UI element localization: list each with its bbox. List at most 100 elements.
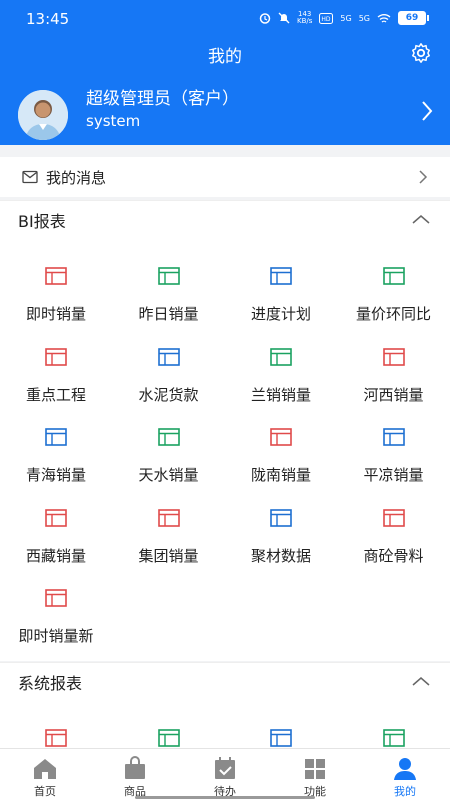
report-grid-item[interactable]: 陇南销量 bbox=[225, 406, 337, 486]
report-grid-item-label: 青海销量 bbox=[25, 466, 86, 484]
grid-icon bbox=[305, 759, 325, 779]
chevron-right-icon[interactable] bbox=[420, 100, 434, 122]
system-section-title: 系统报表 bbox=[18, 674, 83, 693]
my-messages-row[interactable]: 我的消息 bbox=[0, 157, 450, 197]
net-speed-unit: KB/s bbox=[297, 17, 313, 25]
wifi-icon bbox=[377, 13, 391, 23]
home-indicator bbox=[135, 796, 315, 799]
network-b: 5G bbox=[358, 13, 370, 23]
report-grid-item-label: 集团销量 bbox=[138, 546, 199, 565]
report-grid-item[interactable]: 河西销量 bbox=[338, 326, 450, 406]
bi-report-grid: 即时销量 昨日销量 进度计划 量价环同比重点工程 水泥货款 兰销销量 河西销量青海销量 天水销… bbox=[0, 239, 450, 661]
report-grid-item-label: 平凉销量 bbox=[363, 466, 424, 484]
report-grid-item-label: 昨日销量 bbox=[138, 305, 199, 323]
svg-text:HD: HD bbox=[322, 16, 332, 23]
status-bar: 13:45 143 KB/s HD 5G 5G 69 bbox=[0, 0, 450, 36]
gear-icon[interactable] bbox=[410, 42, 432, 64]
report-grid-item-label: 进度计划 bbox=[250, 305, 311, 323]
profile-header: 13:45 143 KB/s HD 5G 5G 69 我的 超级管理员（客户） s… bbox=[0, 0, 450, 145]
report-grid-item[interactable]: 西藏销量 bbox=[0, 487, 112, 567]
hd-icon: HD bbox=[319, 12, 334, 24]
avatar[interactable] bbox=[18, 90, 68, 140]
report-table-icon bbox=[382, 428, 405, 446]
net-speed: 143 KB/s bbox=[297, 11, 312, 25]
report-table-icon bbox=[45, 428, 67, 446]
report-grid-item[interactable]: 昨日销量 bbox=[113, 245, 225, 325]
chevron-up-icon[interactable] bbox=[412, 676, 430, 686]
report-grid-item-label: 商砼骨料 bbox=[363, 546, 424, 565]
report-grid-item-label: 兰销销量 bbox=[250, 385, 311, 404]
chevron-up-icon[interactable] bbox=[412, 214, 430, 224]
alarm-icon bbox=[259, 13, 271, 24]
report-table-icon bbox=[157, 267, 180, 285]
report-table-icon bbox=[45, 347, 67, 366]
status-time: 13:45 bbox=[26, 10, 70, 28]
page-title: 我的 bbox=[208, 47, 242, 67]
profile-account: system bbox=[86, 112, 141, 130]
battery-indicator: 69 bbox=[398, 11, 429, 25]
report-grid-item[interactable]: 天水销量 bbox=[113, 406, 225, 486]
report-table-icon bbox=[157, 428, 180, 446]
report-grid-item[interactable]: 青海销量 bbox=[0, 406, 112, 486]
profile-name: 超级管理员（客户） bbox=[86, 89, 239, 109]
report-grid-item-label: 河西销量 bbox=[363, 385, 424, 404]
report-table-icon bbox=[382, 508, 405, 527]
report-grid-item[interactable]: 即时销量新 bbox=[0, 567, 112, 647]
bi-section-header[interactable]: BI报表 bbox=[0, 200, 450, 239]
report-table-icon bbox=[157, 729, 180, 747]
report-grid-item-label: 陇南销量 bbox=[250, 466, 311, 484]
tab-grid[interactable]: 功能 bbox=[270, 749, 360, 801]
report-grid-item[interactable]: 集团销量 bbox=[113, 487, 225, 567]
system-section-header[interactable]: 系统报表 bbox=[0, 662, 450, 701]
tab-person[interactable]: 我的 bbox=[360, 749, 450, 801]
report-table-icon bbox=[270, 428, 292, 446]
report-table-icon bbox=[382, 729, 405, 747]
report-grid-item[interactable] bbox=[0, 707, 112, 748]
bi-section-title: BI报表 bbox=[18, 212, 66, 231]
report-table-icon bbox=[382, 347, 405, 366]
report-table-icon bbox=[45, 267, 67, 285]
report-grid-item[interactable]: 聚材数据 bbox=[225, 487, 337, 567]
system-report-grid bbox=[0, 701, 450, 748]
report-grid-item-label: 量价环同比 bbox=[355, 305, 431, 323]
my-messages-label: 我的消息 bbox=[46, 168, 107, 187]
report-table-icon bbox=[45, 508, 67, 527]
chevron-right-icon bbox=[419, 170, 428, 184]
report-grid-item-label: 水泥货款 bbox=[138, 385, 199, 404]
report-table-icon bbox=[157, 347, 180, 366]
report-table-icon bbox=[270, 508, 292, 527]
tab-calendar-check[interactable]: 待办 bbox=[180, 749, 270, 801]
person-icon bbox=[394, 758, 416, 780]
report-grid-item[interactable]: 商砼骨料 bbox=[338, 487, 450, 567]
report-grid-item[interactable]: 重点工程 bbox=[0, 326, 112, 406]
report-table-icon bbox=[45, 729, 67, 747]
report-table-icon bbox=[382, 267, 405, 285]
report-grid-item[interactable] bbox=[225, 707, 337, 748]
tab-home[interactable]: 首页 bbox=[0, 749, 90, 801]
report-grid-item[interactable]: 水泥货款 bbox=[113, 326, 225, 406]
status-icons: 143 KB/s HD 5G 5G 69 bbox=[259, 11, 429, 25]
report-table-icon bbox=[157, 508, 180, 527]
report-table-icon bbox=[45, 589, 67, 607]
report-grid-item-label: 即时销量新 bbox=[18, 627, 94, 645]
report-grid-item-label: 天水销量 bbox=[138, 466, 199, 484]
user-avatar-icon bbox=[18, 90, 68, 140]
report-grid-item[interactable] bbox=[113, 707, 225, 748]
tab-label: 首页 bbox=[34, 785, 56, 798]
bag-icon bbox=[125, 756, 145, 779]
report-grid-item[interactable]: 平凉销量 bbox=[338, 406, 450, 486]
report-grid-item[interactable]: 量价环同比 bbox=[338, 245, 450, 325]
report-grid-item[interactable] bbox=[338, 707, 450, 748]
mute-icon bbox=[278, 12, 290, 24]
report-grid-item[interactable]: 即时销量 bbox=[0, 245, 112, 325]
report-grid-item-label: 重点工程 bbox=[25, 385, 86, 404]
report-grid-item-label: 聚材数据 bbox=[250, 546, 311, 565]
calendar-check-icon bbox=[215, 757, 235, 779]
home-icon bbox=[34, 759, 56, 779]
report-table-icon bbox=[270, 347, 292, 366]
report-grid-item[interactable]: 兰销销量 bbox=[225, 326, 337, 406]
network-a: 5G bbox=[340, 13, 352, 23]
tab-label: 我的 bbox=[394, 785, 416, 798]
report-grid-item[interactable]: 进度计划 bbox=[225, 245, 337, 325]
tab-bag[interactable]: 商品 bbox=[90, 749, 180, 801]
